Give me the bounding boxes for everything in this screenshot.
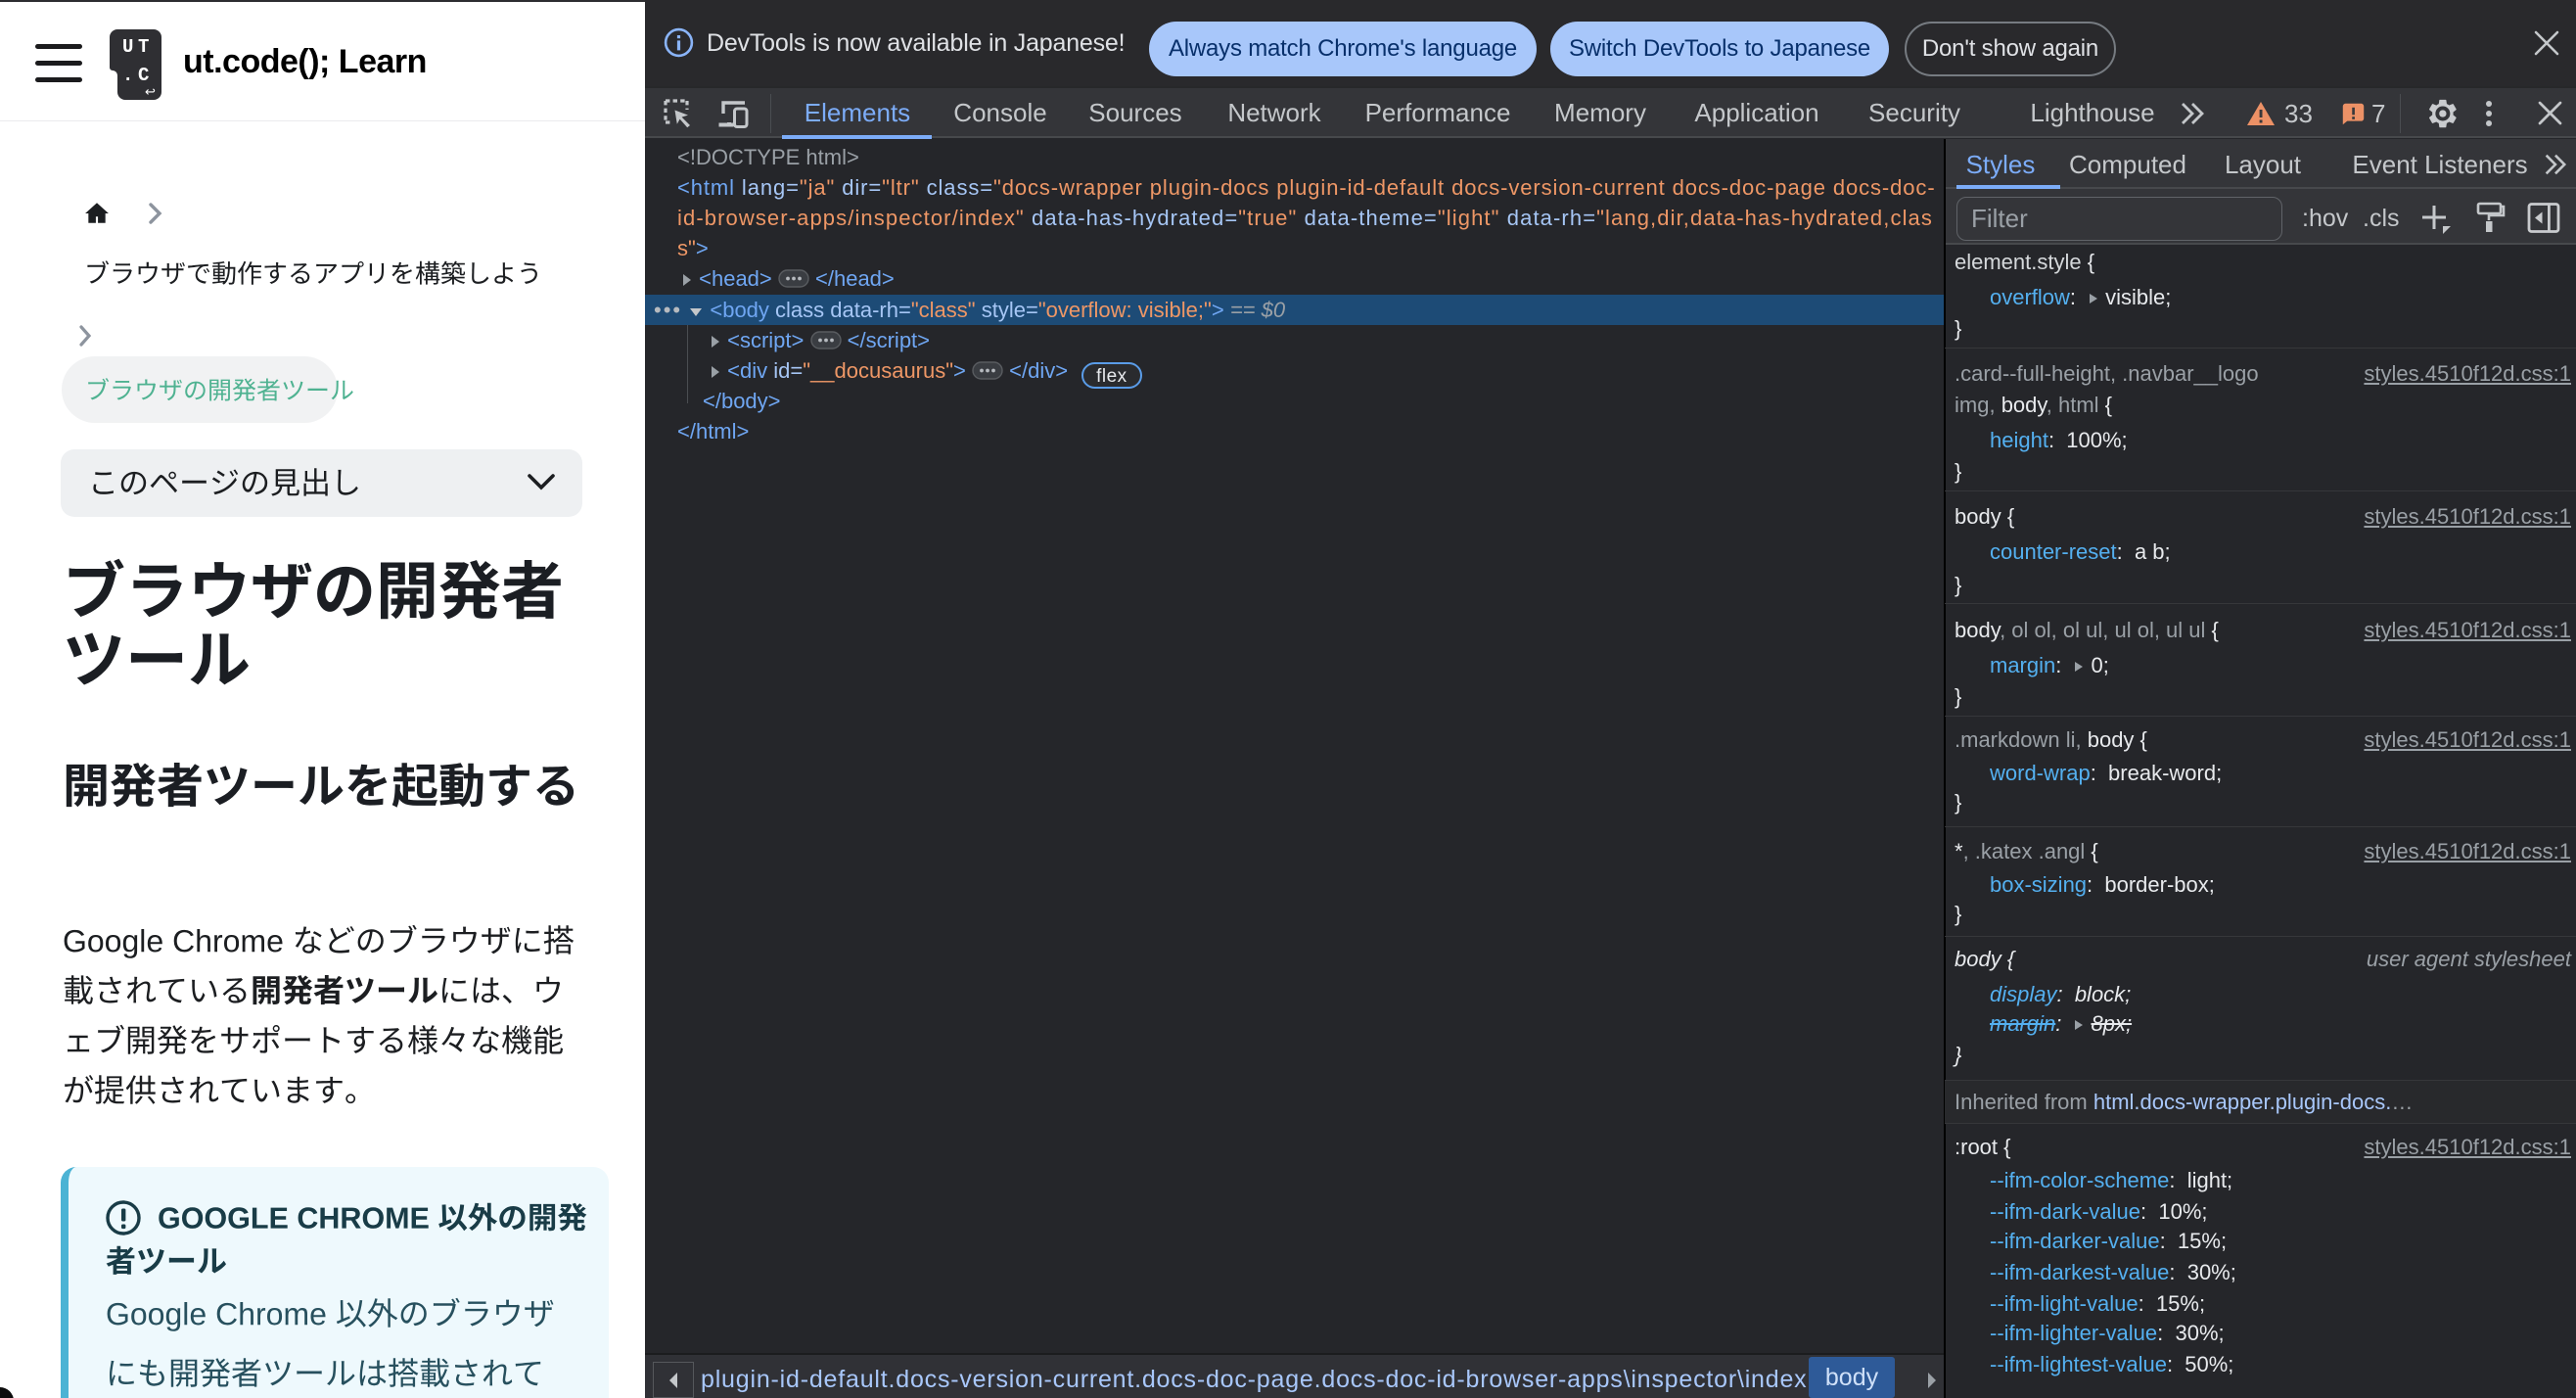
svg-text:U: U: [122, 36, 133, 58]
svg-text:T: T: [138, 36, 149, 58]
svg-text:C: C: [138, 65, 149, 86]
svg-text:.: .: [122, 65, 133, 86]
svg-text:↩: ↩: [145, 85, 156, 100]
